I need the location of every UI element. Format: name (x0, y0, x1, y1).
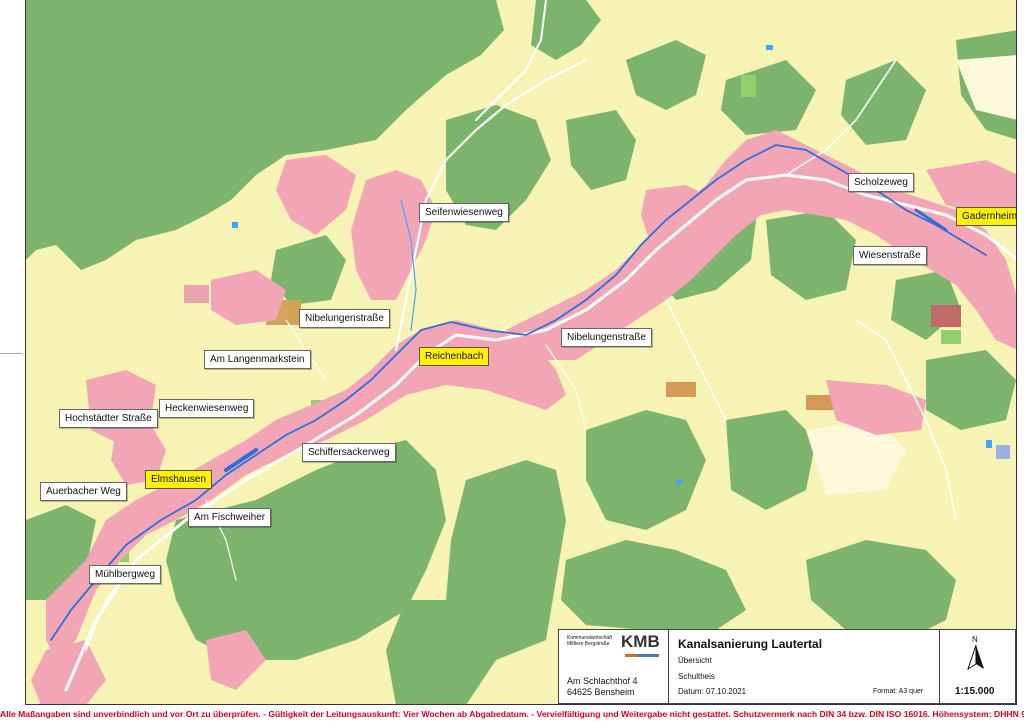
town-label-reichenbach[interactable]: Reichenbach (419, 347, 490, 366)
street-label-am-langenmarkstein[interactable]: Am Langenmarkstein (204, 350, 311, 369)
title-block: Kommunalwirtschaft Mittlere Bergstraße K… (558, 629, 1016, 704)
street-label-nibelungenstrasse-east[interactable]: Nibelungenstraße (561, 328, 652, 347)
map-view[interactable]: Seifenwiesenweg Scholzeweg Wiesenstraße … (25, 0, 1017, 705)
north-scale-panel: N 1:15.000 (939, 630, 1016, 703)
kmb-logo: KMB (621, 632, 660, 651)
logo-accent-bar (625, 654, 637, 657)
street-label-seifenwiesenweg[interactable]: Seifenwiesenweg (419, 203, 509, 222)
street-label-scholzeweg[interactable]: Scholzeweg (848, 173, 914, 192)
footer-disclaimer: Alle Maßangaben sind unverbindlich und v… (0, 709, 1024, 719)
street-label-schiffersackerweg[interactable]: Schiffersackerweg (302, 443, 396, 462)
fold-mark (0, 353, 22, 354)
plan-format: Format: A3 quer (873, 688, 924, 695)
street-label-wiesenstrasse[interactable]: Wiesenstraße (853, 246, 927, 265)
plan-date: Datum: 07.10.2021 (678, 687, 747, 696)
north-label: N (972, 635, 978, 644)
plan-subtitle: Übersicht (678, 656, 712, 665)
address-line2: 64625 Bensheim (567, 687, 635, 697)
street-label-auerbacher-weg[interactable]: Auerbacher Weg (40, 482, 127, 501)
town-label-gadernheim[interactable]: Gadernheim (956, 207, 1016, 226)
plan-author: Schultheis (678, 672, 715, 681)
map-canvas (26, 0, 1016, 704)
project-panel: Kanalsanierung Lautertal Übersicht Schul… (668, 630, 940, 703)
street-label-muehlbergweg[interactable]: Mühlbergweg (89, 565, 162, 584)
street-label-heckenwiesenweg[interactable]: Heckenwiesenweg (159, 399, 255, 418)
logo-accent-bar-blue (637, 654, 659, 657)
map-scale: 1:15.000 (955, 686, 995, 697)
street-label-nibelungenstrasse-west[interactable]: Nibelungenstraße (299, 309, 390, 328)
company-panel: Kommunalwirtschaft Mittlere Bergstraße K… (559, 630, 669, 703)
town-label-elmshausen[interactable]: Elmshausen (145, 470, 213, 489)
street-label-hochstaedter-strasse[interactable]: Hochstädter Straße (59, 409, 158, 428)
plan-sheet: Seifenwiesenweg Scholzeweg Wiesenstraße … (0, 0, 1024, 721)
address-line1: Am Schlachthof 4 (567, 676, 638, 686)
street-label-am-fischweiher[interactable]: Am Fischweiher (188, 508, 272, 527)
project-title: Kanalsanierung Lautertal (678, 637, 823, 651)
north-arrow-icon (967, 645, 984, 671)
logo-caption-line2: Mittlere Bergstraße (567, 641, 610, 647)
